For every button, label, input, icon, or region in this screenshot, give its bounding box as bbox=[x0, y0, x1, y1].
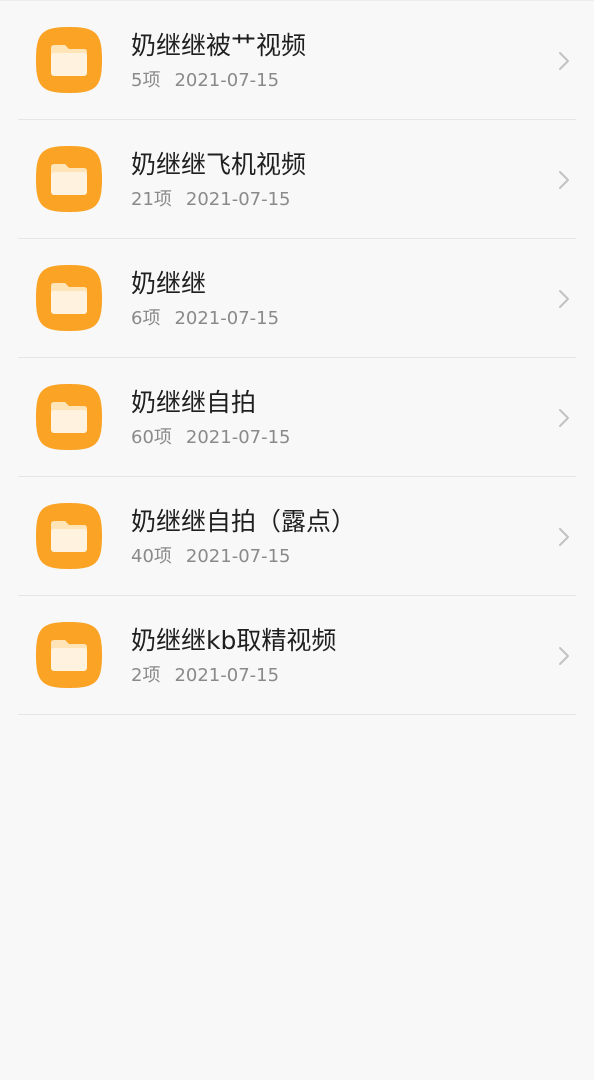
folder-icon bbox=[36, 265, 102, 331]
folder-name: 奶继继自拍（露点） bbox=[131, 507, 357, 536]
folder-name: 奶继继被艹视频 bbox=[131, 31, 307, 60]
modified-date: 2021-07-15 bbox=[174, 308, 280, 329]
folder-meta: 6项 2021-07-15 bbox=[131, 307, 534, 331]
chevron-right-icon bbox=[556, 645, 572, 667]
folder-text: 奶继继飞机视频 21项 2021-07-15 bbox=[131, 148, 534, 212]
modified-date: 2021-07-15 bbox=[185, 427, 291, 448]
folder-row[interactable]: 奶继继被艹视频 5项 2021-07-15 bbox=[0, 1, 594, 120]
item-count: 60项 bbox=[131, 427, 172, 448]
folder-text: 奶继继被艹视频 5项 2021-07-15 bbox=[131, 29, 534, 93]
chevron-right-icon bbox=[556, 50, 572, 72]
folder-icon bbox=[36, 146, 102, 212]
folder-meta: 21项 2021-07-15 bbox=[131, 188, 534, 212]
folder-icon bbox=[36, 384, 102, 450]
chevron-right-icon bbox=[556, 169, 572, 191]
folder-row[interactable]: 奶继继kb取精视频 2项 2021-07-15 bbox=[0, 596, 594, 715]
folder-list: 奶继继被艹视频 5项 2021-07-15 奶继继飞机视频 21项 2021-07-… bbox=[0, 1, 594, 715]
item-count: 2项 bbox=[131, 665, 161, 686]
folder-meta: 5项 2021-07-15 bbox=[131, 69, 534, 93]
folder-meta: 2项 2021-07-15 bbox=[131, 664, 534, 688]
modified-date: 2021-07-15 bbox=[185, 546, 291, 567]
folder-row[interactable]: 奶继继飞机视频 21项 2021-07-15 bbox=[0, 120, 594, 239]
modified-date: 2021-07-15 bbox=[174, 70, 280, 91]
folder-icon bbox=[36, 622, 102, 688]
folder-text: 奶继继自拍（露点） 40项 2021-07-15 bbox=[131, 505, 534, 569]
folder-name: 奶继继kb取精视频 bbox=[131, 626, 337, 655]
folder-icon bbox=[36, 503, 102, 569]
folder-icon bbox=[36, 27, 102, 93]
folder-meta: 40项 2021-07-15 bbox=[131, 545, 534, 569]
chevron-right-icon bbox=[556, 407, 572, 429]
folder-meta: 60项 2021-07-15 bbox=[131, 426, 534, 450]
modified-date: 2021-07-15 bbox=[174, 665, 280, 686]
folder-row[interactable]: 奶继继自拍（露点） 40项 2021-07-15 bbox=[0, 477, 594, 596]
folder-name: 奶继继自拍 bbox=[131, 388, 257, 417]
folder-row[interactable]: 奶继继 6项 2021-07-15 bbox=[0, 239, 594, 358]
item-count: 40项 bbox=[131, 546, 172, 567]
chevron-right-icon bbox=[556, 288, 572, 310]
item-count: 6项 bbox=[131, 308, 161, 329]
item-count: 5项 bbox=[131, 70, 161, 91]
folder-name: 奶继继 bbox=[131, 269, 207, 298]
folder-text: 奶继继kb取精视频 2项 2021-07-15 bbox=[131, 624, 534, 688]
row-divider bbox=[18, 714, 576, 715]
folder-row[interactable]: 奶继继自拍 60项 2021-07-15 bbox=[0, 358, 594, 477]
modified-date: 2021-07-15 bbox=[185, 189, 291, 210]
item-count: 21项 bbox=[131, 189, 172, 210]
chevron-right-icon bbox=[556, 526, 572, 548]
folder-text: 奶继继 6项 2021-07-15 bbox=[131, 267, 534, 331]
folder-name: 奶继继飞机视频 bbox=[131, 150, 307, 179]
folder-text: 奶继继自拍 60项 2021-07-15 bbox=[131, 386, 534, 450]
